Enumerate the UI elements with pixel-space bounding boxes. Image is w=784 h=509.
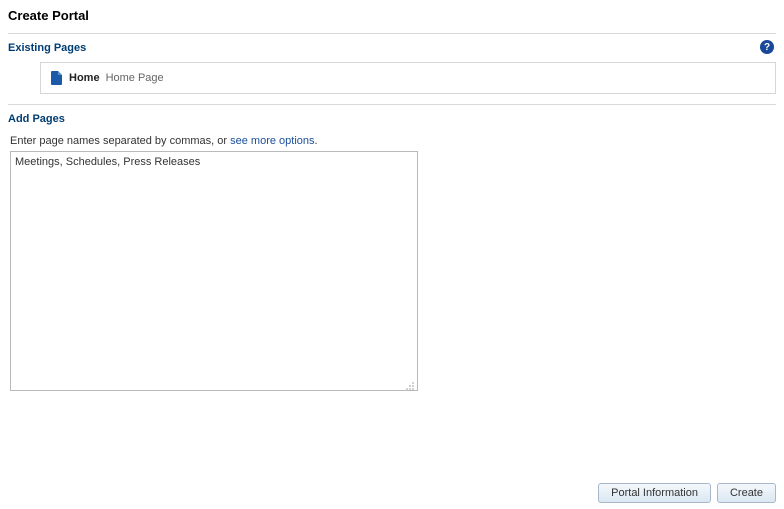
- help-icon[interactable]: ?: [760, 40, 774, 54]
- instruction-suffix: .: [315, 135, 318, 147]
- create-button[interactable]: Create: [717, 483, 776, 503]
- existing-page-desc: Home Page: [106, 72, 164, 84]
- instruction-text: Enter page names separated by commas, or: [10, 135, 230, 147]
- existing-pages-heading: Existing Pages: [8, 42, 776, 54]
- existing-page-row[interactable]: Home Home Page: [40, 62, 776, 94]
- divider: [8, 33, 776, 34]
- footer-buttons: Portal Information Create: [598, 483, 776, 503]
- page-names-textarea[interactable]: [10, 151, 418, 391]
- add-pages-instruction: Enter page names separated by commas, or…: [10, 135, 776, 147]
- portal-information-button[interactable]: Portal Information: [598, 483, 711, 503]
- page-icon: [51, 71, 63, 85]
- divider: [8, 104, 776, 105]
- see-more-options-link[interactable]: see more options: [230, 135, 314, 147]
- add-pages-heading: Add Pages: [8, 113, 776, 125]
- page-title: Create Portal: [8, 8, 776, 23]
- existing-page-name: Home: [69, 72, 100, 84]
